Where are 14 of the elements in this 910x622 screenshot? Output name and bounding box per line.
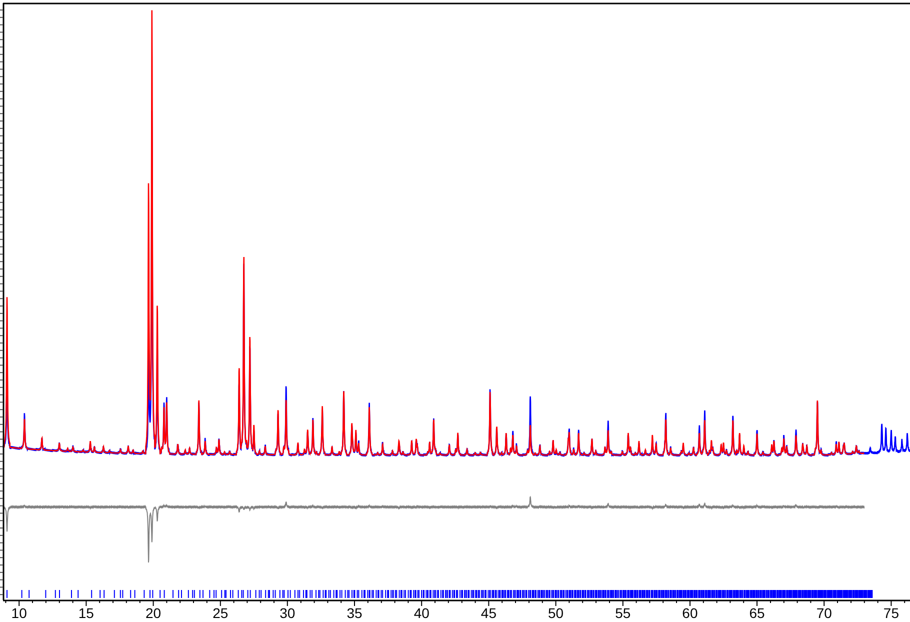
- axis-tick-label: 45: [480, 605, 496, 621]
- axis-tick-label: 20: [145, 605, 162, 621]
- axis-tick-label: 70: [816, 605, 832, 621]
- axis-tick-label: 50: [548, 605, 564, 621]
- axis-tick-label: 60: [682, 605, 698, 621]
- axis-tick-label: 35: [346, 605, 362, 621]
- axis-tick-label: 65: [749, 605, 765, 621]
- axis-tick-label: 10: [11, 605, 27, 621]
- axis-tick-label: 15: [78, 605, 94, 621]
- axis-tick-label: 55: [615, 605, 631, 621]
- axis-tick-label: 75: [883, 605, 899, 621]
- axis-tick-label: 30: [280, 605, 296, 621]
- axis-tick-label: 40: [414, 605, 430, 621]
- axis-tick-label: 25: [212, 605, 228, 621]
